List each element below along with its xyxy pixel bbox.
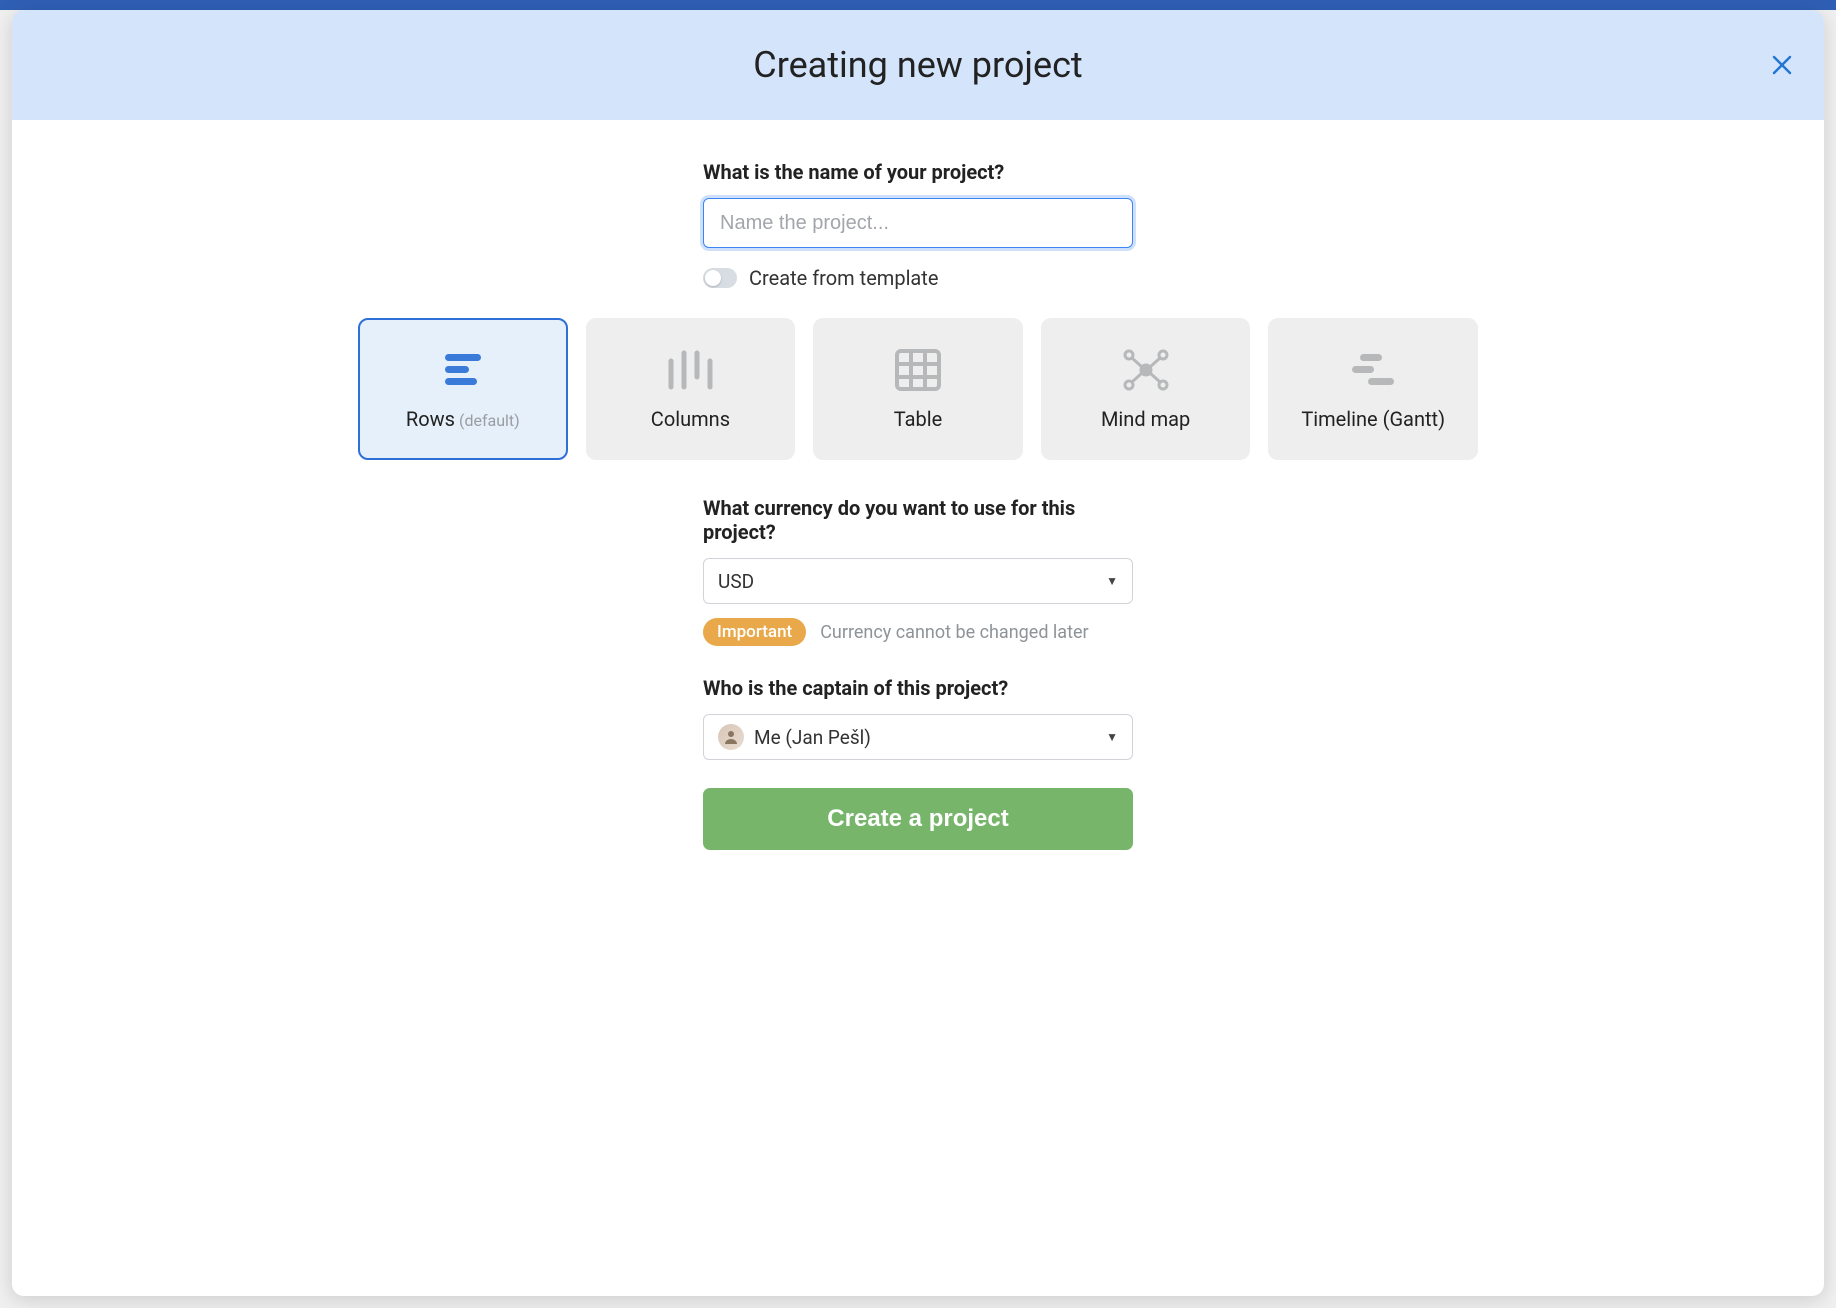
modal-body: What is the name of your project? Create… <box>12 120 1824 1296</box>
avatar <box>718 724 744 750</box>
caret-down-icon: ▼ <box>1106 574 1118 588</box>
table-icon <box>891 347 945 393</box>
layout-label: Mind map <box>1101 407 1190 431</box>
toggle-knob <box>705 270 721 286</box>
layout-label: Timeline (Gantt) <box>1301 407 1445 431</box>
layout-label: Columns <box>651 407 730 431</box>
create-project-modal: Creating new project What is the name of… <box>12 10 1824 1296</box>
captain-label: Who is the captain of this project? <box>703 676 1133 700</box>
gantt-icon <box>1346 347 1400 393</box>
currency-note: Currency cannot be changed later <box>820 622 1088 643</box>
close-button[interactable] <box>1768 51 1796 79</box>
project-name-label: What is the name of your project? <box>703 160 1133 184</box>
close-icon <box>1771 54 1793 76</box>
create-project-button[interactable]: Create a project <box>703 788 1133 850</box>
captain-value: Me (Jan Pešl) <box>754 726 871 749</box>
currency-value: USD <box>718 570 754 593</box>
layout-option-rows[interactable]: Rows(default) <box>358 318 568 460</box>
layout-options: Rows(default) Columns <box>358 318 1478 460</box>
app-topbar <box>0 0 1836 10</box>
layout-option-timeline[interactable]: Timeline (Gantt) <box>1268 318 1478 460</box>
mindmap-icon <box>1119 347 1173 393</box>
captain-select[interactable]: Me (Jan Pešl) ▼ <box>703 714 1133 760</box>
layout-label: Table <box>894 407 942 431</box>
rows-icon <box>436 347 490 393</box>
currency-select[interactable]: USD ▼ <box>703 558 1133 604</box>
important-badge: Important <box>703 618 806 646</box>
layout-option-columns[interactable]: Columns <box>586 318 796 460</box>
caret-down-icon: ▼ <box>1106 730 1118 744</box>
template-toggle[interactable] <box>703 268 737 288</box>
modal-header: Creating new project <box>12 10 1824 120</box>
layout-label: Rows(default) <box>406 407 520 431</box>
template-toggle-label: Create from template <box>749 266 938 290</box>
layout-option-mindmap[interactable]: Mind map <box>1041 318 1251 460</box>
modal-title: Creating new project <box>753 44 1082 86</box>
project-name-input[interactable] <box>703 198 1133 248</box>
columns-icon <box>663 347 717 393</box>
currency-label: What currency do you want to use for thi… <box>703 496 1133 544</box>
layout-option-table[interactable]: Table <box>813 318 1023 460</box>
